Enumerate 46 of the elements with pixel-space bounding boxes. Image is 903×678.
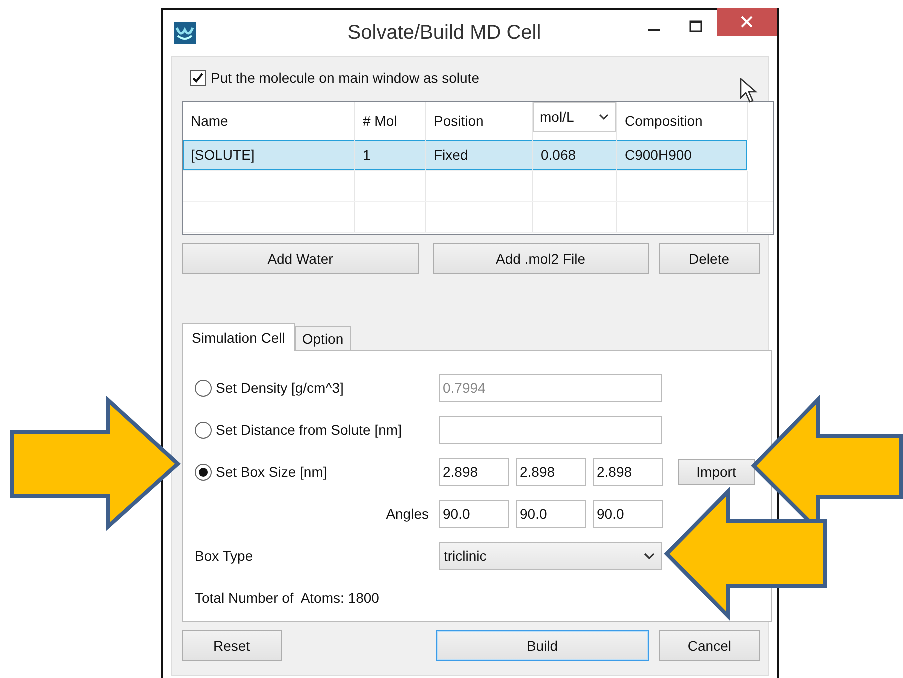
unit-dropdown[interactable]: mol/L [533, 102, 616, 132]
radio-label: Set Distance from Solute [nm] [216, 422, 402, 438]
table-cell: 1 [363, 147, 371, 163]
input-field[interactable]: 2.898 [516, 458, 586, 486]
dialog-button[interactable]: Build [436, 630, 650, 661]
input-field[interactable]: 90.0 [593, 500, 663, 528]
checkbox[interactable] [190, 70, 206, 86]
input-field[interactable]: 2.898 [439, 458, 509, 486]
close-button[interactable] [717, 8, 777, 36]
chevron-down-icon [644, 552, 655, 560]
input-field[interactable]: 90.0 [439, 500, 509, 528]
column-header[interactable]: # Mol [363, 113, 398, 129]
action-button[interactable]: Delete [658, 243, 760, 274]
app-icon [174, 22, 196, 44]
table-row[interactable]: [SOLUTE] 1 Fixed 0.068 C900H900 [183, 140, 747, 171]
close-icon [741, 16, 753, 28]
input-field[interactable]: 90.0 [516, 500, 586, 528]
column-header[interactable]: Composition [625, 113, 703, 129]
total-atoms-text: Total Number of Atoms: 1800 [195, 590, 380, 606]
checkbox-label: Put the molecule on main window as solute [211, 70, 480, 86]
column-header[interactable]: Name [191, 113, 228, 129]
field-label: Angles [386, 506, 429, 522]
input-field[interactable]: 2.898 [593, 458, 663, 486]
field-label: Box Type [195, 548, 254, 564]
maximize-icon[interactable] [689, 20, 703, 34]
radio-button[interactable] [195, 464, 212, 480]
tab[interactable]: Simulation Cell [182, 323, 296, 351]
radio-button[interactable] [195, 380, 212, 396]
table-cell: 0.068 [541, 147, 576, 163]
window-title: Solvate/Build MD Cell [346, 22, 542, 44]
chevron-down-icon [599, 114, 609, 120]
action-button[interactable]: Add .mol2 File [433, 243, 649, 274]
input-field[interactable] [439, 416, 662, 444]
tab[interactable]: Option [295, 326, 351, 350]
import-button[interactable]: Import [678, 459, 755, 485]
table-cell: [SOLUTE] [191, 147, 255, 163]
box-type-dropdown[interactable]: triclinic [439, 542, 662, 570]
radio-label: Set Box Size [nm] [216, 464, 328, 480]
action-button[interactable]: Add Water [182, 243, 419, 274]
column-header[interactable]: Position [434, 113, 484, 129]
radio-button[interactable] [195, 422, 212, 438]
table-cell: C900H900 [625, 147, 692, 163]
radio-label: Set Density [g/cm^3] [216, 380, 344, 396]
dialog-button[interactable]: Cancel [659, 630, 760, 661]
dialog-button[interactable]: Reset [182, 630, 282, 661]
table-cell: Fixed [434, 147, 468, 163]
